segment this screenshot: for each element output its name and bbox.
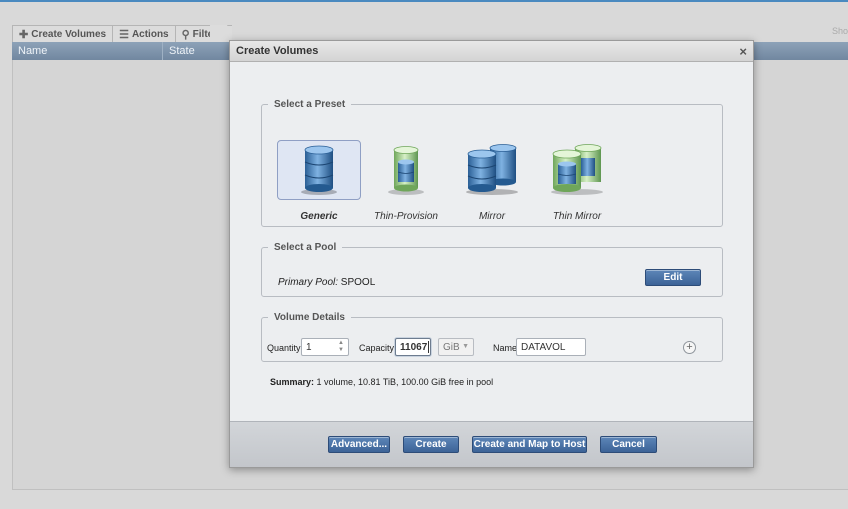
preset-thin-mirror-box xyxy=(535,140,619,200)
preset-mirror-box xyxy=(450,140,534,200)
capacity-label: Capacity xyxy=(359,343,395,353)
create-and-map-button[interactable]: Create and Map to Host xyxy=(472,436,587,453)
edit-pool-button[interactable]: Edit xyxy=(645,269,701,286)
summary-text: Summary: 1 volume, 10.81 TiB, 100.00 GiB… xyxy=(270,377,493,387)
plus-icon: ✚ xyxy=(19,28,29,41)
show-link[interactable]: Sho xyxy=(832,26,848,36)
capacity-unit-value: GiB xyxy=(443,341,460,353)
dialog-footer: Advanced... Create Create and Map to Hos… xyxy=(230,421,753,467)
preset-section: Select a Preset Generic Thin-Provision M… xyxy=(261,99,723,227)
actions-button[interactable]: ☰ Actions xyxy=(113,26,176,42)
stepper-arrows[interactable]: ▲ ▼ xyxy=(338,340,346,354)
list-icon: ☰ xyxy=(119,28,129,41)
volume-name-value: DATAVOL xyxy=(521,341,566,353)
summary-label: Summary: xyxy=(270,377,315,387)
top-accent-line xyxy=(0,0,848,2)
mirror-database-icon xyxy=(466,144,518,195)
create-volumes-label: Create Volumes xyxy=(31,28,107,40)
preset-mirror[interactable]: Mirror xyxy=(450,140,534,222)
volume-details-legend: Volume Details xyxy=(274,312,345,323)
stepper-up-icon[interactable]: ▲ xyxy=(338,340,346,347)
dialog-title: Create Volumes xyxy=(236,45,319,57)
summary-value: 1 volume, 10.81 TiB, 100.00 GiB free in … xyxy=(314,377,494,387)
create-button[interactable]: Create xyxy=(403,436,459,453)
text-caret xyxy=(428,341,430,353)
toolbar: ✚ Create Volumes ☰ Actions ⚲ Filter xyxy=(12,25,232,42)
pool-legend: Select a Pool xyxy=(274,242,337,253)
create-volumes-dialog: Create Volumes × Select a Preset Generic xyxy=(229,40,754,468)
create-volumes-button[interactable]: ✚ Create Volumes xyxy=(13,26,114,42)
database-icon xyxy=(301,145,337,195)
chevron-down-icon: ▼ xyxy=(462,343,469,350)
close-icon[interactable]: × xyxy=(739,44,747,59)
preset-legend: Select a Preset xyxy=(274,99,346,110)
preset-generic-label: Generic xyxy=(300,211,338,222)
preset-thin-provision[interactable]: Thin-Provision xyxy=(364,140,448,222)
primary-pool-value: SPOOL xyxy=(340,277,376,288)
search-icon: ⚲ xyxy=(181,28,190,41)
preset-thin-provision-box xyxy=(364,140,448,200)
advanced-button[interactable]: Advanced... xyxy=(328,436,390,453)
preset-mirror-label: Mirror xyxy=(478,211,506,222)
cancel-button[interactable]: Cancel xyxy=(600,436,657,453)
column-header-name[interactable]: Name xyxy=(12,42,163,60)
actions-label: Actions xyxy=(131,28,169,40)
pool-section: Select a Pool Primary Pool: SPOOL Edit xyxy=(261,242,723,297)
volume-name-field[interactable]: DATAVOL xyxy=(516,338,586,356)
preset-thin-provision-label: Thin-Provision xyxy=(374,211,438,222)
primary-pool-label: Primary Pool: xyxy=(278,277,339,288)
dialog-title-bar: Create Volumes × xyxy=(230,41,753,62)
toolbar-tab-edge xyxy=(210,25,228,42)
preset-generic[interactable]: Generic xyxy=(277,140,361,222)
volume-details-section: Volume Details Quantity 1 ▲ ▼ Capacity 1… xyxy=(261,312,723,362)
thin-mirror-database-icon xyxy=(551,144,603,195)
capacity-value: 11067 xyxy=(400,341,428,353)
quantity-value: 1 xyxy=(306,341,312,353)
capacity-unit-select[interactable]: GiB ▼ xyxy=(438,338,474,356)
add-volume-icon[interactable]: + xyxy=(683,341,696,354)
capacity-input[interactable]: 11067 xyxy=(395,338,431,356)
preset-thin-mirror[interactable]: Thin Mirror xyxy=(535,140,619,222)
preset-thin-mirror-label: Thin Mirror xyxy=(552,211,602,222)
primary-pool-text: Primary Pool: SPOOL xyxy=(278,277,375,288)
preset-generic-box xyxy=(277,140,361,200)
column-header-state[interactable]: State xyxy=(163,42,233,60)
quantity-label: Quantity xyxy=(267,343,301,353)
quantity-stepper[interactable]: 1 ▲ ▼ xyxy=(301,338,349,356)
name-label: Name xyxy=(493,343,518,353)
thin-database-icon xyxy=(388,146,424,195)
stepper-down-icon[interactable]: ▼ xyxy=(338,347,346,354)
